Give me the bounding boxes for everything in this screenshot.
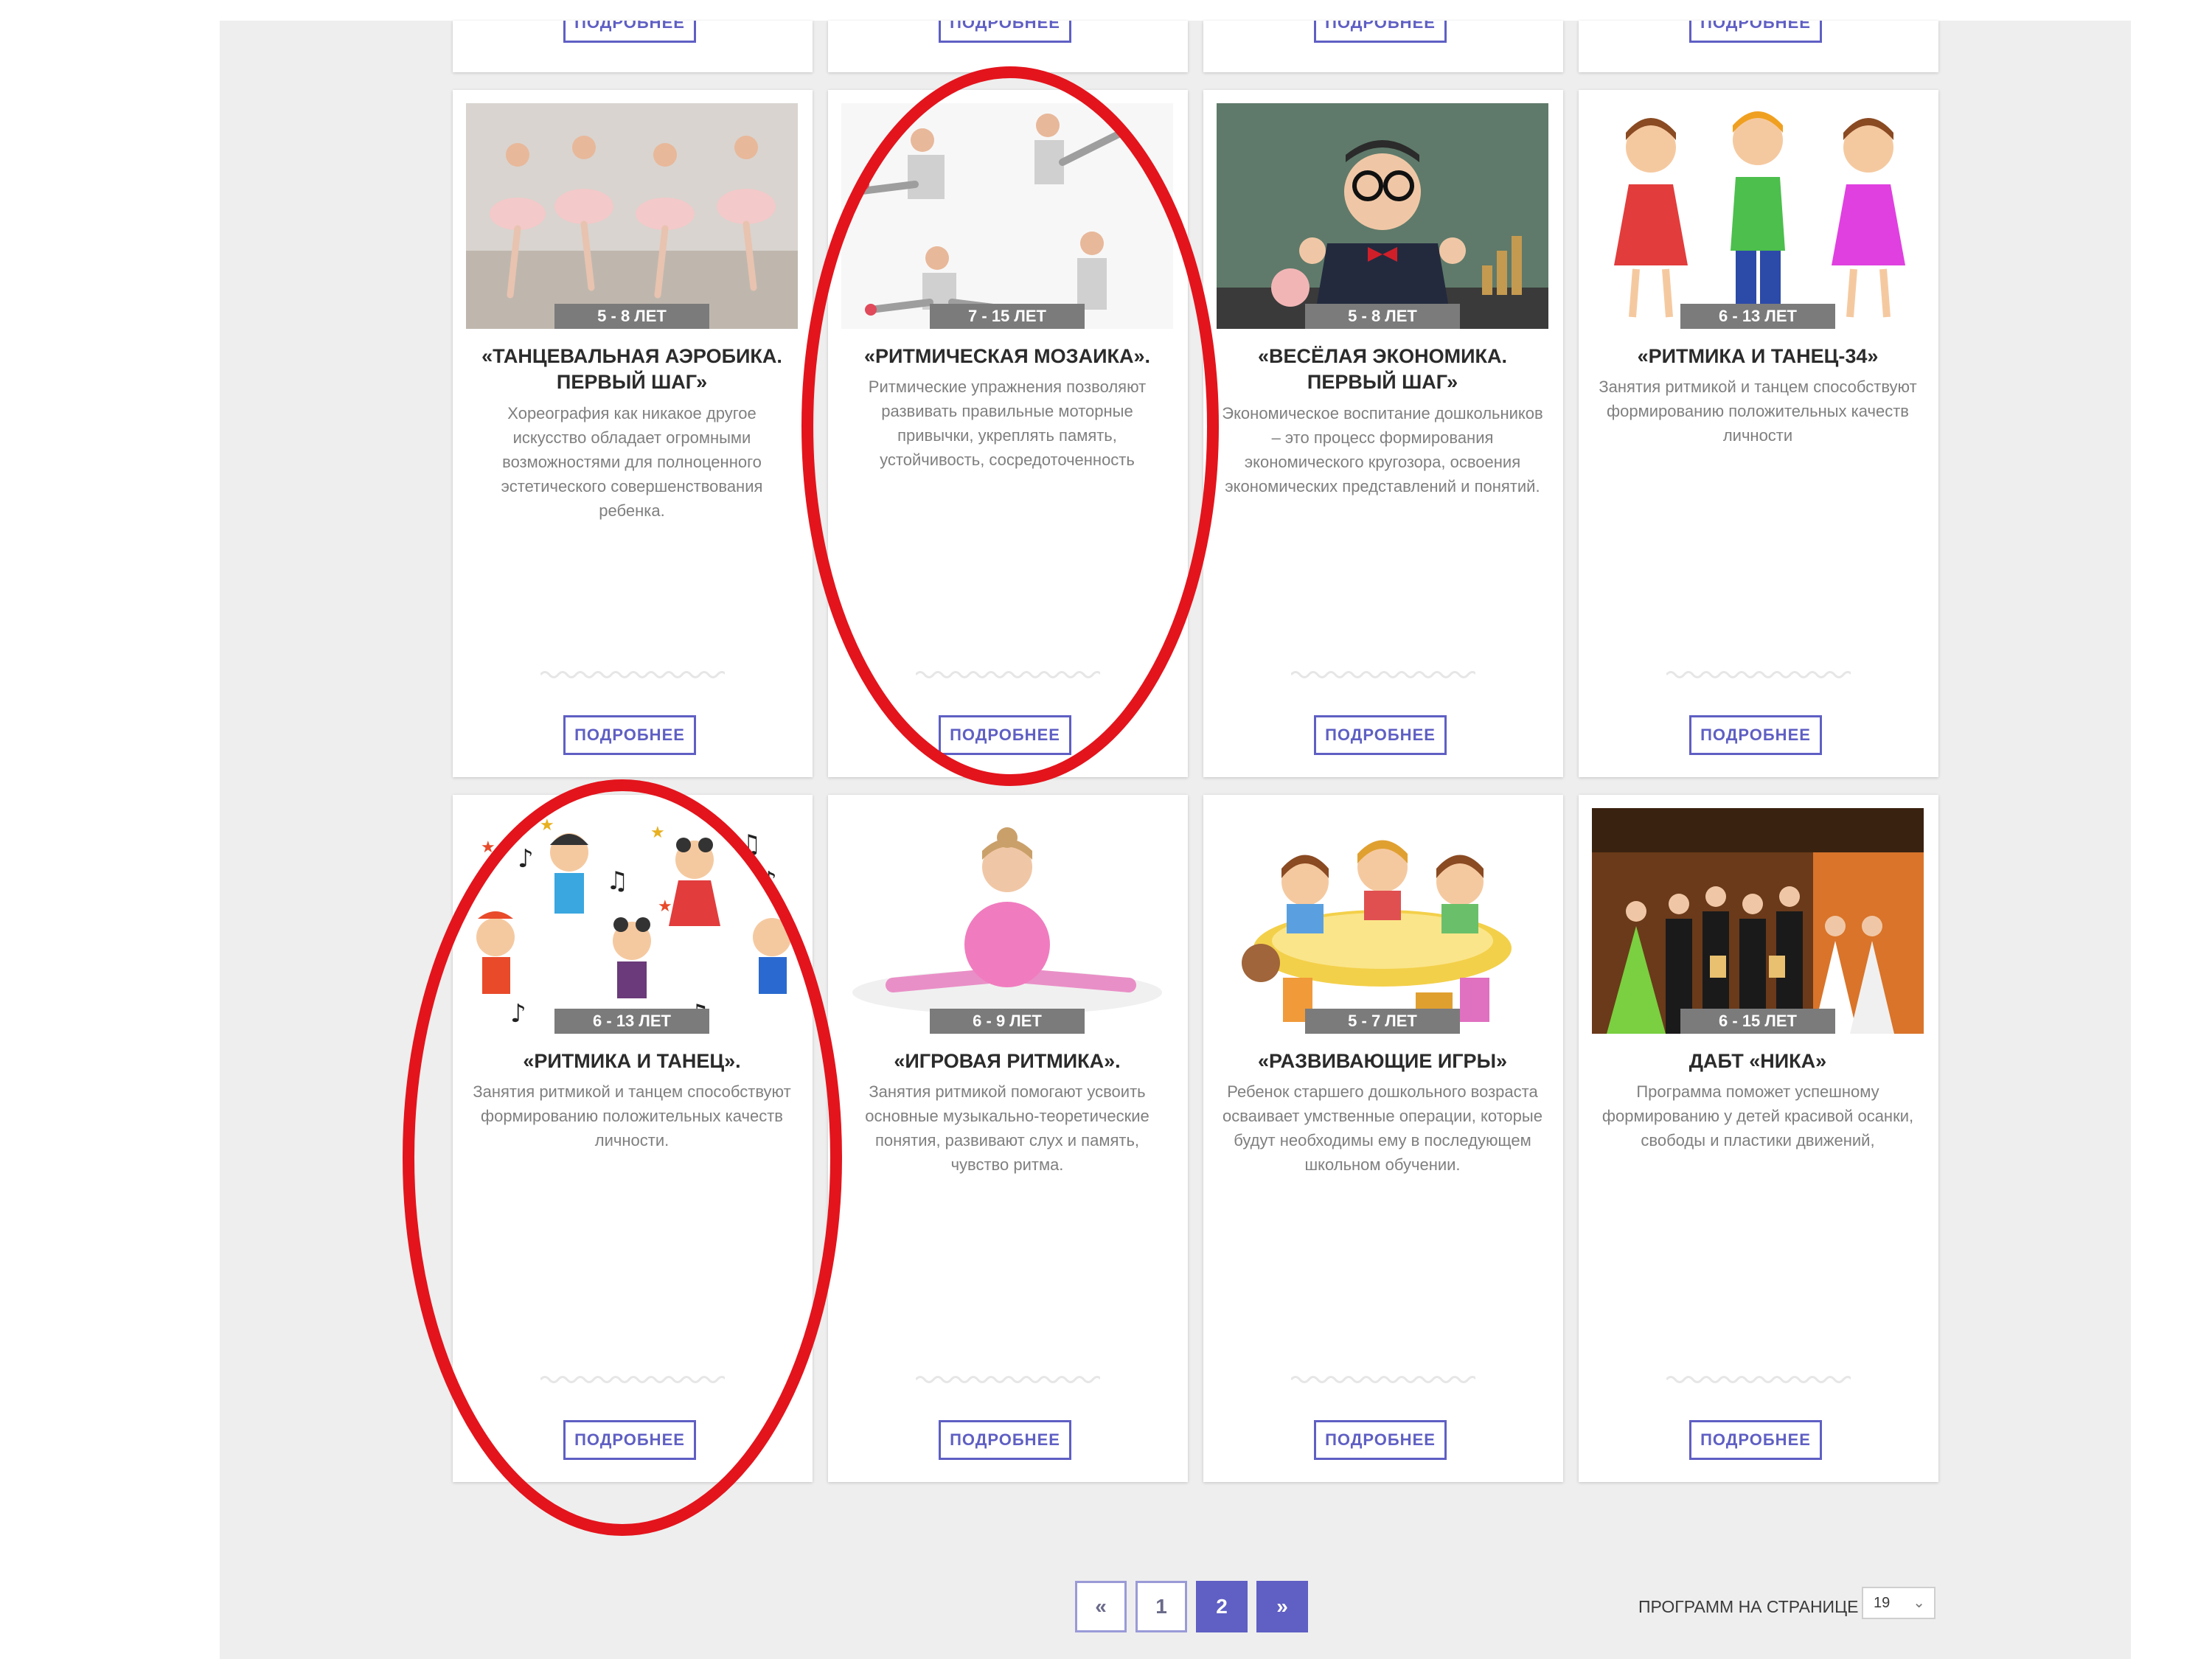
program-card-partial: ПОДРОБНЕЕ (453, 21, 813, 72)
program-description: Занятия ритмикой и танцем способствуют ф… (1599, 378, 1917, 445)
wave-divider (916, 671, 1100, 678)
more-button[interactable]: ПОДРОБНЕЕ (1689, 21, 1822, 43)
program-title[interactable]: «ТАНЦЕВАЛЬНАЯ АЭРОБИКА. ПЕРВЫЙ ШАГ» (466, 344, 798, 395)
program-card-partial: ПОДРОБНЕЕ (828, 21, 1188, 72)
program-title[interactable]: «РИТМИКА И ТАНЕЦ-34» (1592, 344, 1924, 369)
program-image-economy-boy[interactable]: 5 - 8 ЛЕТ (1217, 103, 1548, 329)
wave-divider (1291, 671, 1475, 678)
next-page-button[interactable]: » (1256, 1581, 1308, 1632)
program-card-partial: ПОДРОБНЕЕ (1579, 21, 1938, 72)
program-title[interactable]: «РАЗВИВАЮЩИЕ ИГРЫ» (1217, 1048, 1548, 1074)
more-button[interactable]: ПОДРОБНЕЕ (1314, 1420, 1447, 1460)
age-badge: 5 - 7 ЛЕТ (1305, 1009, 1460, 1034)
more-button[interactable]: ПОДРОБНЕЕ (563, 715, 696, 755)
page-2-button[interactable]: 2 (1196, 1581, 1248, 1632)
more-button[interactable]: ПОДРОБНЕЕ (939, 21, 1071, 43)
age-badge: 5 - 8 ЛЕТ (554, 304, 709, 329)
program-image-dance-team[interactable]: 6 - 15 ЛЕТ (1592, 808, 1924, 1034)
program-image-cartoon-dancers[interactable]: 6 - 13 ЛЕТ (1592, 103, 1924, 329)
program-card: 6 - 13 ЛЕТ «РИТМИКА И ТАНЕЦ-34» Занятия … (1579, 90, 1938, 777)
svg-text:♫: ♫ (606, 866, 628, 896)
age-badge: 7 - 15 ЛЕТ (930, 304, 1085, 329)
wave-divider (1291, 1376, 1475, 1383)
program-card-partial: ПОДРОБНЕЕ (1203, 21, 1563, 72)
svg-text:★: ★ (481, 838, 495, 857)
program-description: Ребенок старшего дошкольного возраста ос… (1222, 1082, 1543, 1174)
chevron-down-icon: ⌄ (1913, 1595, 1925, 1611)
age-badge: 5 - 8 ЛЕТ (1305, 304, 1460, 329)
program-title[interactable]: «ИГРОВАЯ РИТМИКА». (841, 1048, 1173, 1074)
more-button[interactable]: ПОДРОБНЕЕ (939, 1420, 1071, 1460)
prev-page-button[interactable]: « (1075, 1581, 1127, 1632)
program-description: Программа поможет успешному формированию… (1601, 1082, 1914, 1150)
wave-divider (540, 1376, 725, 1383)
wave-divider (916, 1376, 1100, 1383)
program-image-cartoon-music-kids[interactable]: ♪♫♫♪♪♫ ★★★★ 6 - 13 ЛЕТ (466, 808, 798, 1034)
program-description: Экономическое воспитание дошкольников – … (1222, 404, 1543, 495)
program-title[interactable]: «ВЕСЁЛАЯ ЭКОНОМИКА. ПЕРВЫЙ ШАГ» (1217, 344, 1548, 395)
per-page-select[interactable]: 19 ⌄ (1862, 1587, 1935, 1619)
more-button[interactable]: ПОДРОБНЕЕ (563, 1420, 696, 1460)
svg-text:★: ★ (650, 824, 665, 842)
svg-text:♪: ♪ (761, 866, 777, 896)
program-card: 6 - 15 ЛЕТ ДАБТ «НИКА» Программа поможет… (1579, 795, 1938, 1482)
wave-divider (1666, 671, 1851, 678)
program-description: Занятия ритмикой помогают усвоить основн… (865, 1082, 1150, 1174)
program-card: 5 - 8 ЛЕТ «ВЕСЁЛАЯ ЭКОНОМИКА. ПЕРВЫЙ ШАГ… (1203, 90, 1563, 777)
program-card: 7 - 15 ЛЕТ «РИТМИЧЕСКАЯ МОЗАИКА». Ритмич… (828, 90, 1188, 777)
more-button[interactable]: ПОДРОБНЕЕ (1314, 715, 1447, 755)
per-page-value: 19 (1874, 1595, 1891, 1611)
age-badge: 6 - 13 ЛЕТ (554, 1009, 709, 1034)
age-badge: 6 - 15 ЛЕТ (1680, 1009, 1835, 1034)
program-card: 5 - 8 ЛЕТ «ТАНЦЕВАЛЬНАЯ АЭРОБИКА. ПЕРВЫЙ… (453, 90, 813, 777)
program-card: ♪♫♫♪♪♫ ★★★★ 6 - 13 ЛЕТ «РИТМИКА И ТАНЕЦ»… (453, 795, 813, 1482)
more-button[interactable]: ПОДРОБНЕЕ (563, 21, 696, 43)
program-image-girl-with-ball[interactable]: 6 - 9 ЛЕТ (841, 808, 1173, 1034)
program-description: Хореография как никакое другое искусство… (501, 404, 763, 520)
wave-divider (540, 671, 725, 678)
program-description: Ритмические упражнения позволяют развива… (868, 378, 1147, 469)
more-button[interactable]: ПОДРОБНЕЕ (939, 715, 1071, 755)
per-page-label: ПРОГРАММ НА СТРАНИЦЕ (1638, 1597, 1859, 1616)
program-card: 6 - 9 ЛЕТ «ИГРОВАЯ РИТМИКА». Занятия рит… (828, 795, 1188, 1482)
svg-text:★: ★ (658, 897, 672, 916)
program-image-rhythmic-kids[interactable]: 7 - 15 ЛЕТ (841, 103, 1173, 329)
more-button[interactable]: ПОДРОБНЕЕ (1314, 21, 1447, 43)
age-badge: 6 - 9 ЛЕТ (930, 1009, 1085, 1034)
more-button[interactable]: ПОДРОБНЕЕ (1689, 715, 1822, 755)
program-image-kids-at-table[interactable]: 5 - 7 ЛЕТ (1217, 808, 1548, 1034)
svg-text:♫: ♫ (739, 830, 761, 859)
program-title[interactable]: «РИТМИЧЕСКАЯ МОЗАИКА». (841, 344, 1173, 369)
program-card: 5 - 7 ЛЕТ «РАЗВИВАЮЩИЕ ИГРЫ» Ребенок ста… (1203, 795, 1563, 1482)
svg-text:★: ★ (540, 816, 554, 835)
program-description: Занятия ритмикой и танцем способствуют ф… (473, 1082, 791, 1150)
page-1-button[interactable]: 1 (1135, 1581, 1187, 1632)
more-button[interactable]: ПОДРОБНЕЕ (1689, 1420, 1822, 1460)
svg-text:♪: ♪ (518, 844, 534, 874)
program-title[interactable]: ДАБТ «НИКА» (1592, 1048, 1924, 1074)
program-title[interactable]: «РИТМИКА И ТАНЕЦ». (466, 1048, 798, 1074)
program-image-ballet-girls[interactable]: 5 - 8 ЛЕТ (466, 103, 798, 329)
wave-divider (1666, 1376, 1851, 1383)
age-badge: 6 - 13 ЛЕТ (1680, 304, 1835, 329)
svg-text:♪: ♪ (510, 999, 526, 1029)
